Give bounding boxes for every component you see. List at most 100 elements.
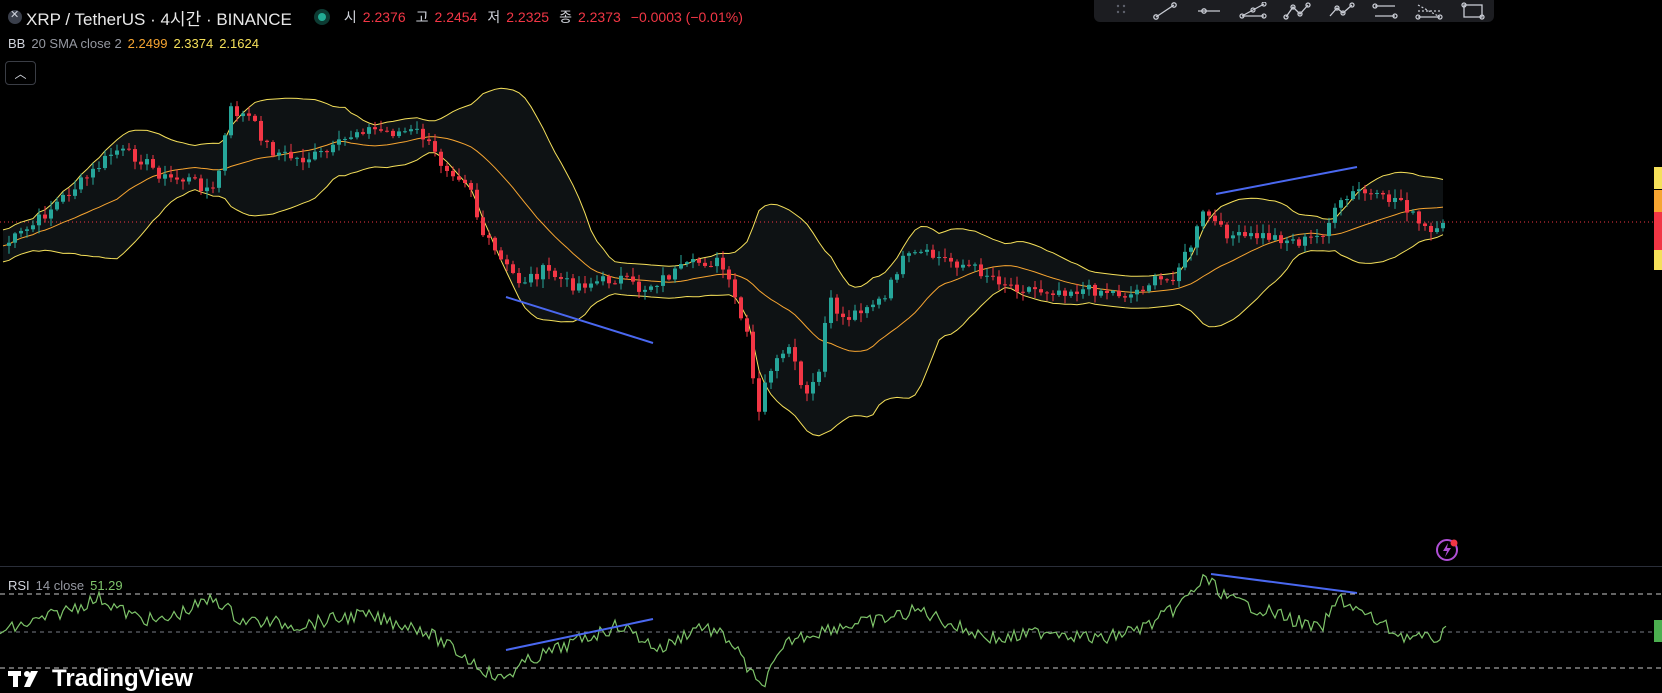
candle-body bbox=[853, 310, 857, 320]
candle-body bbox=[19, 230, 23, 234]
candle-body bbox=[1195, 226, 1199, 248]
candle-body bbox=[559, 277, 563, 279]
candle-body bbox=[187, 177, 191, 182]
symbol-title[interactable]: XRP / TetherUS · 4시간 · BINANCE bbox=[26, 5, 292, 30]
candle-body bbox=[361, 132, 365, 134]
candle-body bbox=[247, 113, 251, 116]
candle-body bbox=[1315, 235, 1319, 237]
scale-marker-rsi bbox=[1654, 620, 1662, 642]
candle-body bbox=[1003, 284, 1007, 286]
candle-body bbox=[631, 276, 635, 282]
scale-marker-price bbox=[1654, 212, 1662, 250]
candle-body bbox=[847, 317, 851, 320]
pane-separator[interactable] bbox=[0, 566, 1662, 567]
scale-marker-upper bbox=[1654, 167, 1662, 189]
close-label: 종 bbox=[559, 9, 572, 25]
symbol-header: XRP / TetherUS · 4시간 · BINANCE 시 2.2376 고… bbox=[8, 4, 747, 30]
candle-body bbox=[1153, 276, 1157, 286]
candle-body bbox=[1183, 251, 1187, 268]
drawing-toolbar bbox=[1094, 0, 1494, 22]
collapse-legend-button[interactable]: ︿ bbox=[5, 61, 36, 85]
candle-body bbox=[1249, 233, 1253, 237]
candle-body bbox=[979, 264, 983, 277]
candle-body bbox=[1171, 279, 1175, 282]
candle-body bbox=[1231, 235, 1235, 239]
rsi-line bbox=[0, 573, 1447, 688]
candle-body bbox=[265, 140, 269, 143]
elliott-wave-icon[interactable] bbox=[1326, 2, 1356, 20]
candle-body bbox=[1093, 284, 1097, 296]
candle-body bbox=[973, 264, 977, 266]
candle-body bbox=[727, 269, 731, 280]
candle-body bbox=[1051, 293, 1055, 295]
candle-body bbox=[73, 189, 77, 196]
candle-body bbox=[301, 157, 305, 163]
candle-body bbox=[595, 281, 599, 284]
lightning-alert-icon[interactable] bbox=[1435, 538, 1459, 562]
candle-body bbox=[583, 283, 587, 288]
candle-body bbox=[1177, 267, 1181, 282]
high-value: 2.2454 bbox=[434, 9, 478, 25]
candle-body bbox=[1369, 193, 1373, 195]
candle-body bbox=[1429, 226, 1433, 233]
candle-body bbox=[349, 137, 353, 139]
candle-body bbox=[523, 282, 527, 284]
candle-body bbox=[907, 253, 911, 256]
market-status-icon[interactable] bbox=[313, 9, 330, 25]
bb-upper-value: 2.3374 bbox=[173, 36, 214, 51]
fib-retracement-icon[interactable] bbox=[1414, 2, 1444, 20]
ohlc-values: 시 2.2376 고 2.2454 저 2.2325 종 2.2373 −0.0003 … bbox=[344, 7, 747, 27]
candle-body bbox=[1201, 211, 1205, 227]
candle-body bbox=[649, 286, 653, 290]
horizontal-ray-icon[interactable] bbox=[1194, 2, 1224, 20]
candle-body bbox=[1045, 292, 1049, 294]
candle-body bbox=[193, 177, 197, 179]
zigzag-icon[interactable] bbox=[1282, 2, 1312, 20]
rectangle-icon[interactable] bbox=[1458, 2, 1488, 20]
candle-body bbox=[145, 159, 149, 165]
bb-params: 20 SMA close 2 bbox=[31, 36, 122, 51]
rsi-params: 14 close bbox=[35, 578, 85, 593]
candle-body bbox=[1237, 232, 1241, 236]
pitchfork-icon[interactable] bbox=[1238, 2, 1268, 20]
candle-body bbox=[127, 148, 131, 150]
candle-body bbox=[1147, 285, 1151, 292]
candle-body bbox=[1099, 290, 1103, 296]
path-icon[interactable] bbox=[1370, 2, 1400, 20]
bollinger-legend[interactable]: BB 20 SMA close 2 2.2499 2.3374 2.1624 bbox=[8, 36, 259, 51]
candle-body bbox=[679, 264, 683, 269]
candle-body bbox=[757, 378, 761, 412]
candle-body bbox=[1387, 194, 1391, 202]
candle-body bbox=[175, 177, 179, 180]
trend-line-icon[interactable] bbox=[1150, 2, 1180, 20]
candle-body bbox=[331, 144, 335, 153]
candle-body bbox=[745, 318, 749, 332]
xrp-logo-icon bbox=[8, 8, 22, 24]
candle-body bbox=[859, 310, 863, 314]
candle-body bbox=[415, 128, 419, 130]
candle-body bbox=[1063, 290, 1067, 296]
candle-body bbox=[535, 273, 539, 280]
drag-handle-icon[interactable] bbox=[1106, 2, 1136, 20]
candle-body bbox=[223, 135, 227, 171]
candle-body bbox=[1057, 290, 1061, 295]
candle-body bbox=[253, 115, 257, 121]
candle-body bbox=[673, 268, 677, 280]
candle-body bbox=[643, 289, 647, 292]
candle-body bbox=[499, 250, 503, 260]
candle-body bbox=[181, 179, 185, 182]
candle-body bbox=[1129, 294, 1133, 298]
candle-body bbox=[1255, 233, 1259, 239]
candle-body bbox=[1381, 192, 1385, 195]
candle-body bbox=[565, 278, 569, 280]
candle-body bbox=[337, 139, 341, 145]
candle-body bbox=[697, 259, 701, 263]
candle-body bbox=[871, 304, 875, 308]
candle-body bbox=[1219, 221, 1223, 225]
open-value: 2.2376 bbox=[362, 9, 406, 25]
price-chart[interactable] bbox=[0, 0, 1662, 691]
rsi-legend[interactable]: RSI 14 close 51.29 bbox=[8, 578, 123, 593]
candle-body bbox=[865, 307, 869, 314]
candle-body bbox=[421, 128, 425, 140]
candle-body bbox=[511, 264, 515, 274]
